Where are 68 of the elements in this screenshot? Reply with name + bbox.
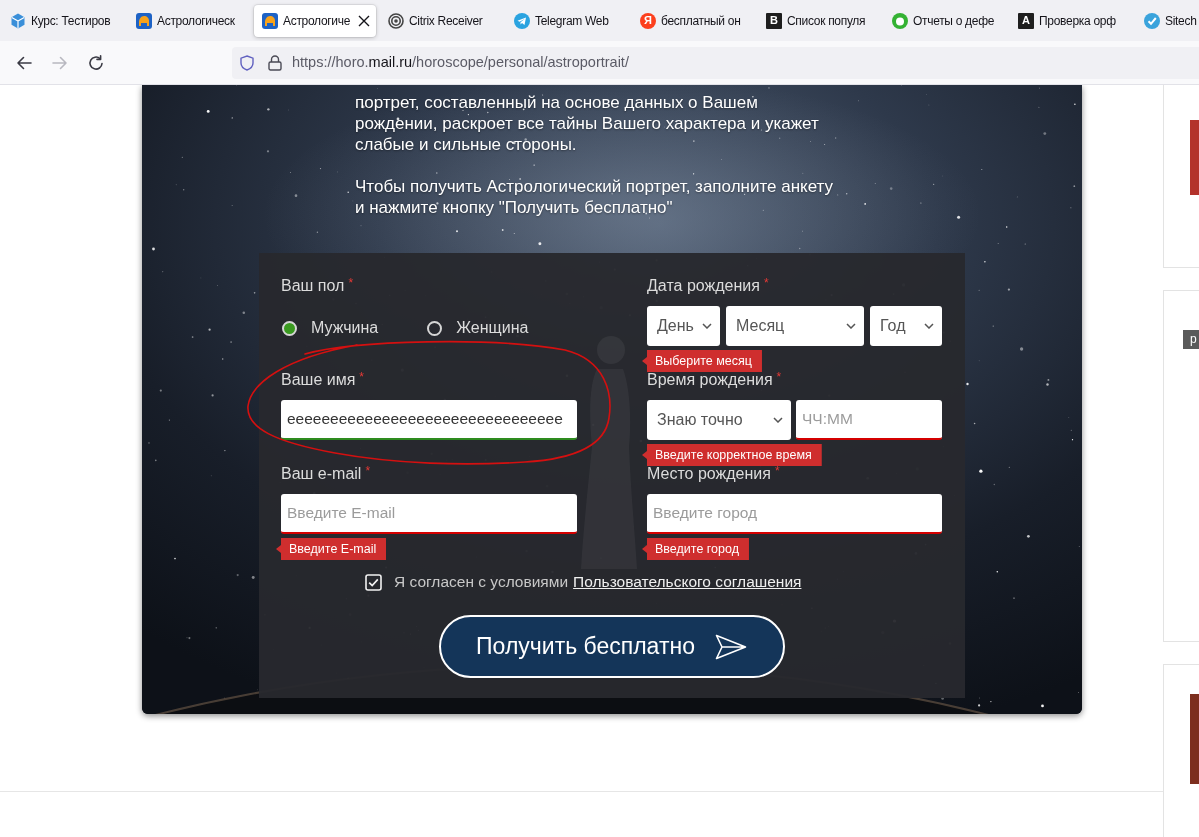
browser-tab[interactable]: Астрологическ	[128, 4, 250, 37]
app-logo-icon	[136, 12, 152, 29]
required-mark: *	[348, 277, 354, 289]
browser-tab[interactable]: B Список популя	[758, 4, 880, 37]
error-tooltip: Введите город	[642, 538, 749, 560]
checkbox[interactable]	[365, 573, 382, 591]
browser-tab[interactable]: Курс: Тестиров	[2, 4, 124, 37]
browser-tab[interactable]: Telegram Web	[506, 4, 628, 37]
time-mode-select[interactable]: Знаю точно	[647, 400, 791, 440]
field-label: Место рождения	[647, 464, 771, 484]
required-mark: *	[776, 371, 782, 383]
error-tooltip: Введите E-mail	[276, 538, 387, 560]
name-input[interactable]: eeeeeeeeeeeeeeeeeeeeeeeeeeeeeeee	[281, 400, 577, 440]
app-logo-icon	[262, 12, 278, 29]
required-mark: *	[359, 371, 365, 383]
paper-plane-icon	[714, 633, 747, 660]
letter-logo: A	[1018, 12, 1034, 29]
field-label: Дата рождения	[647, 276, 760, 296]
url-text: https://horo.mail.ru/horoscope/personal/astroportrait/	[292, 52, 629, 72]
error-tooltip: Выберите месяц	[642, 350, 762, 372]
intro-paragraph: Чтобы получить Астрологический портрет, заполните анкету и нажмите кнопку "Получить бесплатно"	[355, 176, 834, 218]
arrow-right-icon	[52, 55, 68, 70]
browser-tab[interactable]: Отчеты о дефе	[884, 4, 1006, 37]
agreement-text: Я согласен с условиями	[394, 572, 569, 593]
radio-button[interactable]	[282, 320, 297, 336]
field-label: Время рождения	[647, 370, 773, 390]
letter-logo: Я	[640, 12, 656, 29]
browser-tab[interactable]: Citrix Receiver	[380, 4, 502, 37]
radio-label[interactable]: Женщина	[456, 316, 529, 340]
shield-icon	[240, 54, 254, 71]
radio-button[interactable]	[427, 320, 443, 336]
city-input[interactable]: Введите город	[647, 494, 942, 534]
required-mark: *	[774, 465, 780, 477]
intro-paragraph: портрет, составленный на основе данных о Вашем рождении, раскроет все тайны Вашего характера и укажет слабые и сильные стороны.	[355, 92, 819, 155]
browser-tab[interactable]: A Проверка орф	[1010, 4, 1132, 37]
letter-logo: B	[766, 12, 782, 29]
month-select[interactable]: Месяц	[726, 306, 864, 346]
chevron-down-icon	[702, 323, 712, 329]
field-label: Ваш пол	[281, 276, 345, 296]
cube-icon	[10, 12, 26, 29]
error-tooltip: Введите корректное время	[642, 444, 822, 466]
circle-logo-icon	[892, 12, 908, 29]
year-select[interactable]: Год	[870, 306, 942, 346]
browser-tab[interactable]: Sitech	[1136, 4, 1199, 37]
arrow-left-icon	[16, 55, 32, 70]
browser-tab[interactable]: Астрологиче	[254, 4, 376, 37]
chevron-down-icon	[924, 323, 934, 329]
field-label: Ваш e-mail	[281, 464, 362, 484]
chevron-down-icon	[846, 323, 856, 329]
reload-icon	[88, 54, 104, 71]
paper-plane-icon	[514, 12, 530, 29]
close-icon	[358, 14, 370, 27]
lock-icon	[268, 54, 282, 71]
browser-tab[interactable]: Я бесплатный он	[632, 4, 754, 37]
chevron-down-icon	[773, 417, 783, 423]
target-icon	[388, 12, 404, 29]
required-mark: *	[365, 465, 371, 477]
address-bar[interactable]: https://horo.mail.ru/horoscope/personal/astroportrait/	[232, 46, 1199, 79]
email-input[interactable]: Введите E-mail	[281, 494, 577, 534]
required-mark: *	[763, 277, 769, 289]
agreement-link[interactable]: Пользовательского соглашения	[573, 570, 802, 594]
time-input[interactable]: ЧЧ:ММ	[796, 400, 942, 440]
field-label: Ваше имя	[281, 370, 356, 390]
day-select[interactable]: День	[647, 306, 720, 346]
ad-label: р	[1183, 330, 1199, 349]
submit-button[interactable]: Получить бесплатно	[438, 615, 785, 678]
radio-label[interactable]: Мужчина	[311, 316, 379, 340]
check-icon	[1144, 12, 1160, 29]
